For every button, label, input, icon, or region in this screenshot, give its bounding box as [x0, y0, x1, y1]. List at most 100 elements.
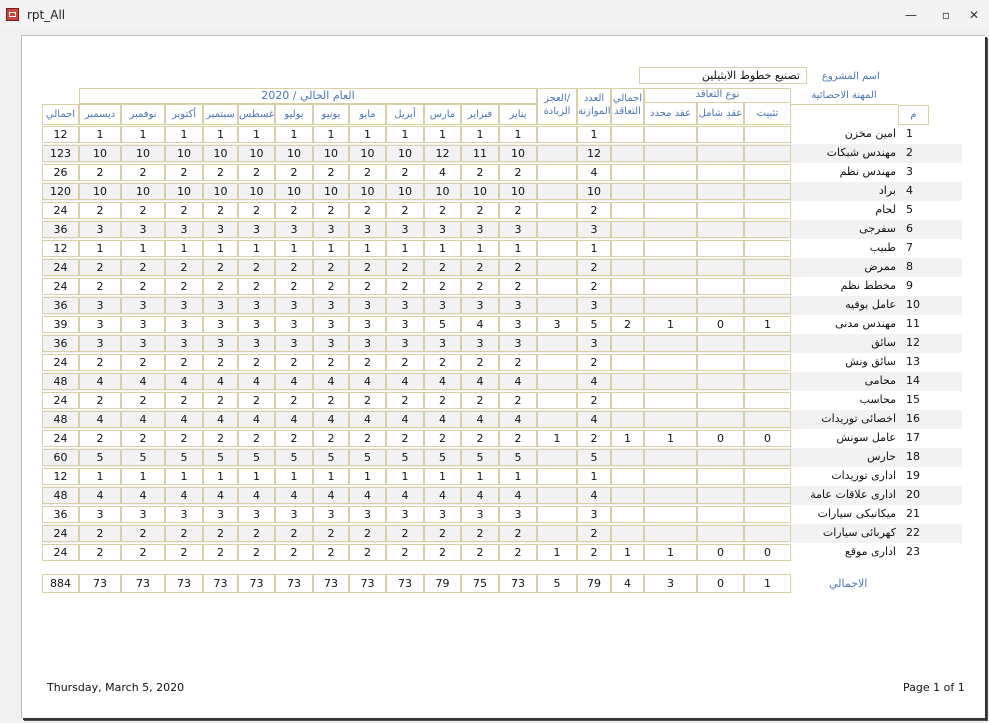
comprehensive-contract-header: عقد شامل	[697, 102, 744, 125]
month-cell-7: 1	[275, 126, 313, 143]
contract-total-cell	[611, 278, 644, 295]
total-deficit: 5	[537, 574, 577, 593]
table-row: 14 محامى 4 4 4 4 4 4 4 4 4 4 4 4 4 48	[22, 372, 985, 391]
month-cell-6: 4	[313, 487, 349, 504]
month-cell-2: 1	[461, 240, 499, 257]
row-total-cell: 36	[42, 221, 79, 238]
month-cell-4: 4	[386, 487, 424, 504]
month-cell-10: 2	[165, 392, 203, 409]
month-cell-10: 1	[165, 126, 203, 143]
row-number: 12	[906, 336, 920, 349]
fixed-term-cell	[644, 392, 697, 409]
comprehensive-cell: 0	[697, 430, 744, 447]
row-total-cell: 36	[42, 506, 79, 523]
budget-count-cell: 5	[577, 316, 611, 333]
row-number: 6	[906, 222, 913, 235]
month-cell-12: 10	[79, 145, 121, 162]
deficit-cell	[537, 487, 577, 504]
permanent-cell	[744, 487, 791, 504]
month-cell-1: 2	[499, 525, 537, 542]
month-cell-5: 3	[349, 316, 386, 333]
fixed-term-cell: 1	[644, 544, 697, 561]
month-cell-10: 1	[165, 468, 203, 485]
month-cell-10: 2	[165, 278, 203, 295]
month-cell-9: 3	[203, 297, 238, 314]
project-label: اسم المشروع	[822, 71, 880, 82]
total-month-12: 73	[79, 574, 121, 593]
month-cell-10: 1	[165, 240, 203, 257]
month-cell-10: 4	[165, 373, 203, 390]
permanent-cell	[744, 145, 791, 162]
row-number: 11	[906, 317, 920, 330]
month-cell-12: 2	[79, 278, 121, 295]
month-cell-6: 3	[313, 316, 349, 333]
row-number: 18	[906, 450, 920, 463]
budget-count-header-line1: العدد	[583, 93, 605, 104]
minimize-button[interactable]: —	[898, 6, 924, 24]
deficit-cell	[537, 411, 577, 428]
month-cell-12: 4	[79, 487, 121, 504]
deficit-cell	[537, 278, 577, 295]
contract-total-cell	[611, 373, 644, 390]
month-cell-7: 10	[275, 183, 313, 200]
month-cell-8: 5	[238, 449, 275, 466]
budget-count-cell: 2	[577, 392, 611, 409]
row-number: 8	[906, 260, 913, 273]
month-cell-12: 2	[79, 164, 121, 181]
page-number: Page 1 of 1	[903, 681, 965, 694]
month-cell-2: 2	[461, 164, 499, 181]
month-cell-1: 2	[499, 164, 537, 181]
permanent-cell	[744, 373, 791, 390]
row-number: 13	[906, 355, 920, 368]
restore-button[interactable]: ▫	[933, 6, 959, 24]
month-cell-10: 2	[165, 202, 203, 219]
table-row: 11 مهندس مدنى 1 0 1 2 5 3 3 4 5 3 3 3 3 3 3 3 3 3 39	[22, 315, 985, 334]
row-number: 10	[906, 298, 920, 311]
close-button[interactable]: ✕	[961, 6, 987, 24]
month-cell-7: 3	[275, 335, 313, 352]
table-row: 5 لحام 2 2 2 2 2 2 2 2 2 2 2 2 2 24	[22, 201, 985, 220]
month-cell-2: 2	[461, 430, 499, 447]
month-cell-9: 2	[203, 164, 238, 181]
month-cell-1: 1	[499, 468, 537, 485]
permanent-cell: 0	[744, 544, 791, 561]
table-row: 4 براد 10 10 10 10 10 10 10 10 10 10 10 10 10 120	[22, 182, 985, 201]
permanent-cell	[744, 392, 791, 409]
month-cell-2: 4	[461, 411, 499, 428]
table-row: 10 عامل بوفيه 3 3 3 3 3 3 3 3 3 3 3 3 3 36	[22, 296, 985, 315]
permanent-cell	[744, 221, 791, 238]
month-cell-10: 3	[165, 316, 203, 333]
month-cell-6: 3	[313, 221, 349, 238]
month-cell-9: 3	[203, 335, 238, 352]
contract-total-cell	[611, 411, 644, 428]
month-cell-12: 5	[79, 449, 121, 466]
contract-total-cell	[611, 468, 644, 485]
month-cell-10: 2	[165, 430, 203, 447]
month-cell-9: 4	[203, 487, 238, 504]
fixed-term-cell: 1	[644, 316, 697, 333]
profession-name: لحام	[875, 203, 896, 216]
month-cell-2: 2	[461, 392, 499, 409]
profession-name: مهندس مدنى	[835, 317, 896, 330]
profession-name: امين مخزن	[844, 127, 896, 140]
month-cell-9: 3	[203, 506, 238, 523]
comprehensive-cell	[697, 449, 744, 466]
month-cell-9: 2	[203, 202, 238, 219]
row-total-cell: 24	[42, 525, 79, 542]
month-cell-5: 3	[349, 506, 386, 523]
month-cell-8: 10	[238, 145, 275, 162]
fixed-term-cell	[644, 221, 697, 238]
grand-total: 884	[42, 574, 79, 593]
budget-count-header: العدد بالموازنة	[577, 88, 611, 125]
month-cell-6: 10	[313, 145, 349, 162]
table-row: 12 سائق 3 3 3 3 3 3 3 3 3 3 3 3 3 36	[22, 334, 985, 353]
month-cell-3: 2	[424, 544, 461, 561]
comprehensive-cell	[697, 202, 744, 219]
month-cell-6: 2	[313, 164, 349, 181]
permanent-cell: 0	[744, 430, 791, 447]
month-cell-9: 4	[203, 411, 238, 428]
row-total-cell: 48	[42, 487, 79, 504]
fixed-term-cell	[644, 373, 697, 390]
month-cell-8: 1	[238, 240, 275, 257]
contract-total-cell	[611, 525, 644, 542]
